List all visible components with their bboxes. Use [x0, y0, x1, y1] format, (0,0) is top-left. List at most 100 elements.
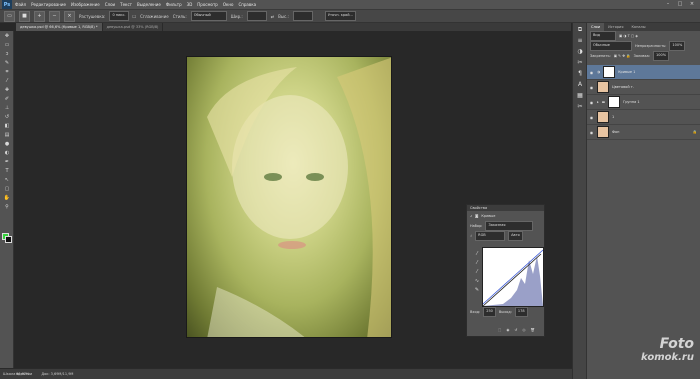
layer-row[interactable]: ◉ ◑ Кривые 1 [587, 65, 700, 80]
height-input[interactable] [292, 11, 313, 21]
curve-point-icon[interactable]: ∿ [472, 278, 482, 285]
black-point-eyedropper-icon[interactable]: ⁄ [472, 251, 482, 258]
menu-image[interactable]: Изображение [71, 2, 100, 7]
tab-document-2[interactable]: девушка.psd @ 33% (RGB/8) [103, 23, 164, 31]
brush-presets-icon[interactable]: ✂ [575, 103, 585, 111]
menu-edit[interactable]: Редактирование [31, 2, 66, 7]
background-color-swatch[interactable] [5, 236, 12, 243]
eye-icon[interactable]: ◉ [589, 130, 594, 135]
tab-document-1[interactable]: девушка.psd @ 66,6% (Кривые 1, RGB/8) * [16, 23, 103, 31]
fill-input[interactable]: 100% [653, 51, 670, 61]
group-expand-icon[interactable]: ▸ [597, 100, 599, 104]
menu-file[interactable]: Файл [15, 2, 26, 7]
curves-graph[interactable] [482, 247, 544, 307]
lasso-icon[interactable]: ↄ [2, 51, 12, 58]
gradient-icon[interactable]: ▤ [2, 132, 12, 139]
brush-icon[interactable]: ✐ [2, 96, 12, 103]
auto-button[interactable]: Авто [508, 231, 523, 241]
type-icon[interactable]: T [2, 168, 12, 175]
eye-icon[interactable]: ◉ [589, 70, 594, 75]
feather-input[interactable]: 0 пикс. [109, 11, 129, 21]
add-selection-icon[interactable]: + [34, 10, 45, 22]
channel-select[interactable]: RGB [475, 231, 506, 241]
menu-text[interactable]: Текст [120, 2, 132, 7]
subtract-selection-icon[interactable]: − [49, 10, 60, 22]
blur-icon[interactable]: ● [2, 141, 12, 148]
menu-window[interactable]: Окно [223, 2, 234, 7]
reset-icon[interactable]: ↺ [514, 328, 517, 332]
marquee-tool-icon[interactable]: ▭ [4, 10, 15, 22]
menu-help[interactable]: Справка [238, 2, 256, 7]
white-point-eyedropper-icon[interactable]: ⁄ [472, 269, 482, 276]
paragraph-icon[interactable]: ¶ [575, 70, 585, 78]
view-previous-icon[interactable]: ◉ [506, 328, 509, 332]
path-select-icon[interactable]: ↖ [2, 177, 12, 184]
menu-layers[interactable]: Слои [105, 2, 115, 7]
layer-mask-thumbnail[interactable] [603, 66, 616, 78]
layer-name: 1 [612, 115, 615, 119]
close-icon[interactable]: × [688, 1, 696, 8]
gray-point-eyedropper-icon[interactable]: ⁄ [472, 260, 482, 267]
history-icon[interactable]: ⧉ [575, 26, 585, 34]
style-label: Стиль: [172, 13, 187, 19]
shape-icon[interactable]: ▢ [2, 186, 12, 193]
layer-row[interactable]: ◉ ▸ ▬ Группа 1 [587, 95, 700, 110]
tools-icon[interactable]: ✂ [575, 59, 585, 67]
adjustments-icon[interactable]: ◑ [575, 48, 585, 56]
zoom-icon[interactable]: ⚲ [2, 204, 12, 211]
clone-stamp-icon[interactable]: ⊥ [2, 105, 12, 112]
preset-select[interactable]: Заказная [485, 221, 534, 231]
layer-row[interactable]: ◉ 1 [587, 110, 700, 125]
mask-icon[interactable]: ◙ [475, 214, 478, 218]
swatches-icon[interactable]: ▦ [575, 92, 585, 100]
layer-kind-filter[interactable]: Вид [590, 31, 616, 41]
hand-icon[interactable]: ✋ [2, 195, 12, 202]
marquee-icon[interactable]: ▭ [2, 42, 12, 49]
eyedropper-icon[interactable]: ⁄ [2, 78, 12, 85]
tab-channels[interactable]: Каналы [627, 23, 649, 31]
lock-icons[interactable]: ▣ ✎ ✥ 🔒 [614, 54, 631, 58]
crop-icon[interactable]: ⌗ [2, 69, 12, 76]
quick-select-icon[interactable]: ✎ [2, 60, 12, 67]
eye-icon[interactable]: ◉ [589, 100, 594, 105]
eraser-icon[interactable]: ◧ [2, 123, 12, 130]
tab-history[interactable]: История [604, 23, 627, 31]
swap-icon[interactable]: ⇄ [271, 14, 274, 19]
intersect-selection-icon[interactable]: × [64, 10, 75, 22]
eye-icon[interactable]: ◉ [589, 85, 594, 90]
visibility-icon[interactable]: ◎ [522, 328, 525, 332]
tab-layers[interactable]: Слои [587, 23, 605, 31]
timeline-label[interactable]: Шкала времени [0, 372, 32, 376]
layer-row[interactable]: ◉ Фон 🔒 [587, 125, 700, 140]
menu-3d[interactable]: 3D [187, 2, 193, 7]
pencil-icon[interactable]: ✎ [472, 287, 482, 294]
antialias-checkbox[interactable]: ☐ [133, 14, 137, 19]
input-value[interactable]: 250 [483, 307, 496, 317]
new-selection-icon[interactable]: ■ [19, 10, 30, 22]
layer-mask-thumbnail[interactable] [608, 96, 621, 108]
minimize-icon[interactable]: – [664, 1, 672, 8]
blend-mode-select[interactable]: Обычные [590, 41, 632, 51]
width-input[interactable] [246, 11, 267, 21]
dodge-icon[interactable]: ◐ [2, 150, 12, 157]
style-select[interactable]: Обычный [190, 11, 227, 21]
pen-icon[interactable]: ✒ [2, 159, 12, 166]
character-icon[interactable]: A [575, 81, 585, 89]
refine-edge-button[interactable]: Уточн. край... [324, 11, 356, 21]
history-brush-icon[interactable]: ↺ [2, 114, 12, 121]
maximize-icon[interactable]: □ [676, 1, 684, 8]
move-tool-icon[interactable]: ✥ [2, 33, 12, 40]
eye-icon[interactable]: ◉ [589, 115, 594, 120]
trash-icon[interactable]: 🗑 [530, 328, 534, 332]
output-value[interactable]: 178 [514, 307, 528, 317]
menu-filter[interactable]: Фильтр [166, 2, 182, 7]
clip-icon[interactable]: ⬚ [498, 328, 501, 332]
layer-row[interactable]: ◉ Цветовой т. [587, 80, 700, 95]
hand-adjust-icon[interactable]: ☝ [470, 234, 472, 238]
menu-select[interactable]: Выделение [137, 2, 161, 7]
opacity-input[interactable]: 100% [669, 41, 686, 51]
properties-icon[interactable]: ≡ [575, 37, 585, 45]
healing-brush-icon[interactable]: ✚ [2, 87, 12, 94]
filter-icons[interactable]: ▣ ◑ T ▢ ◈ [619, 34, 638, 38]
menu-view[interactable]: Просмотр [197, 2, 218, 7]
